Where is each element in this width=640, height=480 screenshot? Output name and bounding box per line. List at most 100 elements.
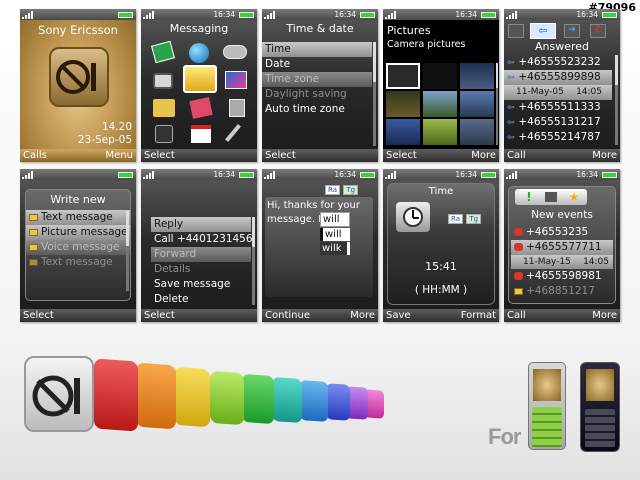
- thumbnail-selected[interactable]: [386, 63, 420, 89]
- softkey-continue[interactable]: Continue: [265, 309, 310, 322]
- list-item[interactable]: ⇦ +46555523232: [504, 55, 612, 70]
- messaging-menu-screen: 16:34 Messaging Select: [141, 9, 257, 162]
- softkey-save[interactable]: Save: [386, 309, 411, 322]
- thumbnail[interactable]: [423, 63, 457, 89]
- folder-icon[interactable]: [153, 99, 175, 117]
- thumbnail[interactable]: [386, 91, 420, 117]
- menu-item-call[interactable]: Call +4401231456: [151, 232, 253, 247]
- laptop-icon: [136, 362, 176, 430]
- softkey-call[interactable]: Call: [507, 149, 526, 162]
- globe-icon[interactable]: [189, 43, 209, 63]
- menu-item-forward[interactable]: Forward: [151, 247, 251, 262]
- tab-answered-icon[interactable]: ⇦: [530, 23, 556, 39]
- scrollbar[interactable]: [126, 211, 129, 291]
- softkey-more[interactable]: More: [350, 309, 375, 322]
- list-item[interactable]: +4655598981: [511, 269, 613, 284]
- suggestion-option[interactable]: wilk: [320, 242, 350, 255]
- thumbnail[interactable]: [460, 63, 494, 89]
- scrollbar[interactable]: [615, 55, 618, 145]
- star-icon[interactable]: ★: [567, 189, 581, 205]
- list-item[interactable]: ⇦ +46555131217: [504, 115, 612, 130]
- list-item-auto-time-zone[interactable]: Auto time zone: [262, 102, 372, 117]
- status-time: 16:34: [455, 10, 477, 19]
- menu-item-delete[interactable]: Delete: [151, 292, 251, 307]
- list-item[interactable]: ⇦ +46555214787: [504, 130, 612, 145]
- softkey-select[interactable]: Select: [144, 309, 175, 322]
- menu-item-picture-message[interactable]: Picture message: [26, 225, 130, 240]
- camera-icon: [272, 376, 302, 424]
- suggestion-current[interactable]: will: [320, 212, 350, 227]
- softkey-bar: Continue More: [262, 309, 378, 322]
- battery-icon: [360, 12, 375, 18]
- list-item-selected[interactable]: +4655577711: [511, 240, 613, 255]
- thumbnail[interactable]: [386, 119, 420, 145]
- t9-mode-badge: Tg: [466, 214, 482, 224]
- menu-item-voice-message[interactable]: Voice message: [26, 240, 130, 255]
- thumbnail[interactable]: [460, 119, 494, 145]
- softkey-more[interactable]: More: [471, 149, 496, 162]
- notepad-icon[interactable]: [189, 97, 213, 119]
- scrollbar[interactable]: [252, 217, 255, 305]
- list-item[interactable]: ⇦ +46555511333: [504, 100, 612, 115]
- menu-item-details[interactable]: Details: [151, 262, 251, 277]
- suggestion-option[interactable]: will: [320, 228, 350, 241]
- softkey-select[interactable]: Select: [144, 149, 175, 162]
- softkey-format[interactable]: Format: [461, 309, 496, 322]
- menu-item-text-message[interactable]: Text message: [26, 210, 130, 225]
- battery-icon: [118, 172, 133, 178]
- tab-dialled-icon[interactable]: ➔: [564, 24, 580, 38]
- list-item[interactable]: +468851217: [511, 284, 613, 299]
- list-item-time-zone[interactable]: Time zone: [262, 72, 372, 87]
- scrollbar[interactable]: [496, 63, 498, 145]
- envelope-icon[interactable]: [183, 65, 217, 93]
- menu-item-reply[interactable]: Reply: [151, 217, 251, 232]
- softkey-bar: Select: [262, 149, 378, 162]
- status-bar: 16:34: [262, 169, 378, 180]
- list-item-selected[interactable]: ⇦ +46555899898: [504, 70, 612, 85]
- camera-icon[interactable]: [153, 73, 173, 89]
- screen-title: Time & date: [286, 22, 354, 35]
- calendar-icon[interactable]: [191, 125, 211, 143]
- black-phone-image: [580, 362, 620, 452]
- status-bar: 16:34: [141, 169, 257, 180]
- list-item[interactable]: +46553235: [511, 225, 613, 240]
- softkey-bar: Call More: [504, 149, 620, 162]
- softkey-more[interactable]: More: [592, 309, 617, 322]
- scrollbar[interactable]: [373, 42, 376, 146]
- softkey-more[interactable]: More: [592, 149, 617, 162]
- phone-number: +4655577711: [526, 241, 602, 253]
- wrench-icon[interactable]: [225, 124, 241, 142]
- menu-item-save-message[interactable]: Save message: [151, 277, 251, 292]
- exclamation-icon[interactable]: !: [523, 190, 535, 204]
- phone-icon[interactable]: [229, 99, 245, 117]
- status-bar: [20, 9, 136, 20]
- time-setting-screen: 16:34 Time Ra Tg 15:41 ( HH:MM ) Save Fo…: [383, 169, 499, 322]
- film-icon[interactable]: [225, 71, 247, 89]
- menu-item-text-message-2[interactable]: Text message: [26, 255, 130, 270]
- list-item-daylight-saving[interactable]: Daylight saving: [262, 87, 372, 102]
- softkey-menu[interactable]: Menu: [106, 149, 133, 162]
- signal-icon: [22, 11, 34, 19]
- softkey-select[interactable]: Select: [23, 309, 54, 322]
- battery-icon: [118, 12, 133, 18]
- dialog-title: Time: [428, 186, 454, 197]
- blackberry-icon[interactable]: [155, 125, 173, 143]
- softkey-select[interactable]: Select: [265, 149, 296, 162]
- gamepad-icon[interactable]: [223, 45, 247, 59]
- time-value[interactable]: 15:41: [388, 260, 494, 273]
- status-time: 16:34: [213, 170, 235, 179]
- tab-missed-icon[interactable]: ✆: [590, 24, 606, 38]
- list-item-date[interactable]: Date: [262, 57, 372, 72]
- list-item-time[interactable]: Time: [262, 42, 372, 57]
- thumbnail[interactable]: [460, 91, 494, 117]
- softkey-select[interactable]: Select: [386, 149, 417, 162]
- softkey-calls[interactable]: Calls: [23, 149, 47, 162]
- thumbnail[interactable]: [423, 91, 457, 117]
- thumbnail[interactable]: [423, 119, 457, 145]
- tab-contacts-icon[interactable]: [508, 24, 524, 38]
- softkey-call[interactable]: Call: [507, 309, 526, 322]
- dialog-box: Time Ra Tg 15:41 ( HH:MM ): [387, 183, 495, 305]
- message-text-area[interactable]: Hi, thanks for your message. I: [265, 197, 373, 297]
- softkey-bar: Call More: [504, 309, 620, 322]
- cards-icon[interactable]: [151, 40, 175, 64]
